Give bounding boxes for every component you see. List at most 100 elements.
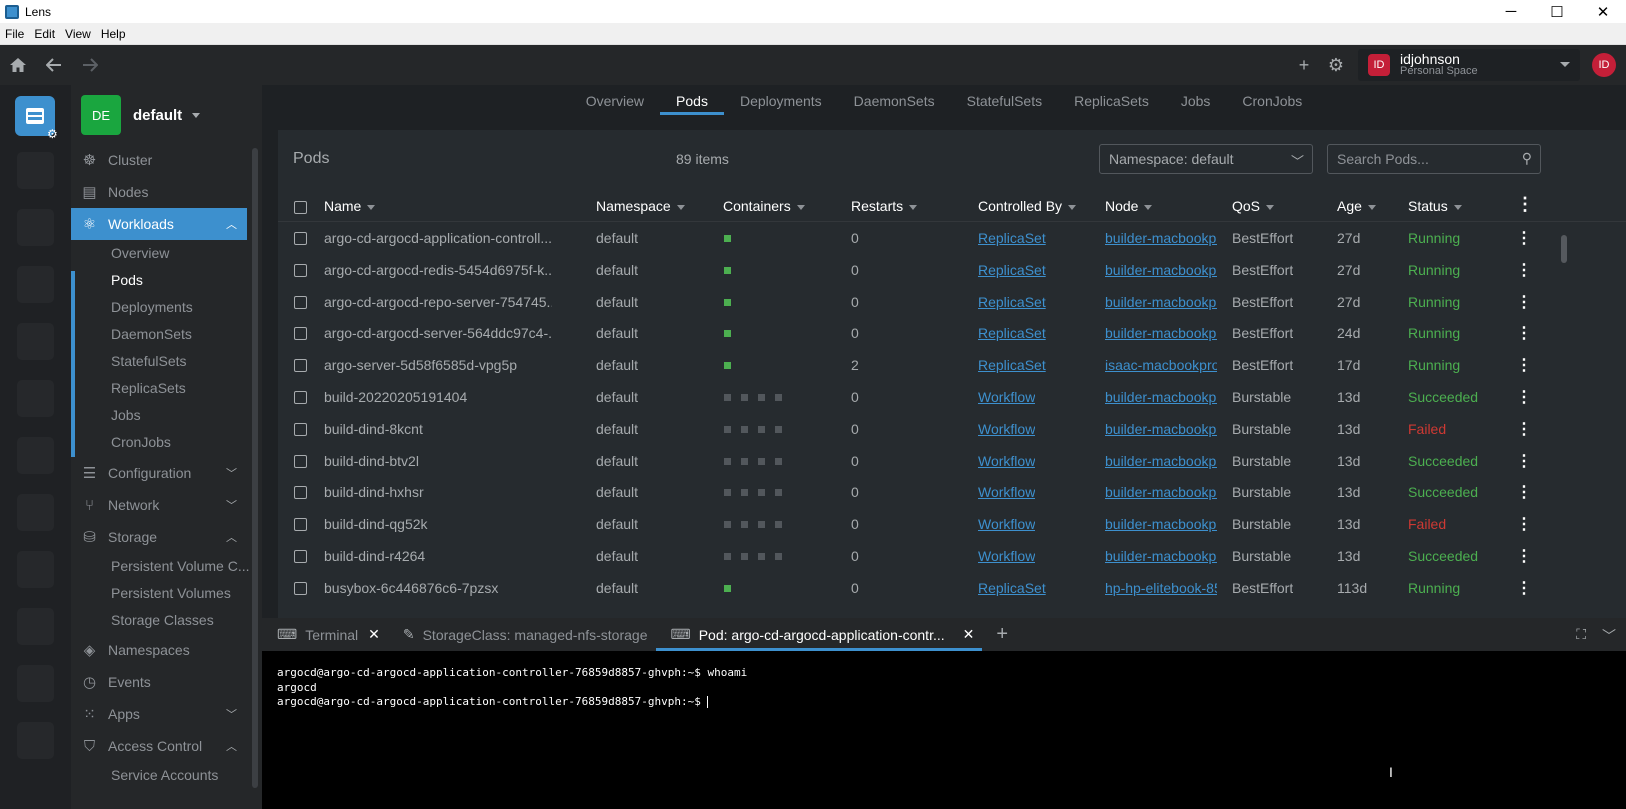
maximize-button[interactable]: ☐ <box>1534 0 1580 23</box>
node-link[interactable]: builder-macbookpr <box>1105 389 1217 405</box>
table-row[interactable]: argo-cd-argocd-repo-server-754745... defa… <box>278 287 1626 319</box>
terminal-output[interactable]: argocd@argo-cd-argocd-application-contro… <box>277 666 747 710</box>
row-checkbox[interactable] <box>294 359 307 373</box>
sidebar-sub-pvc[interactable]: Persistent Volume C... <box>111 558 250 574</box>
space-selector[interactable]: ID idjohnson Personal Space <box>1358 49 1580 81</box>
row-checkbox[interactable] <box>294 581 307 595</box>
row-menu-icon[interactable]: ⋮ <box>1516 228 1532 248</box>
hotbar-slot[interactable] <box>17 266 54 303</box>
sidebar-sub-daemonsets[interactable]: DaemonSets <box>111 326 192 342</box>
table-row[interactable]: argo-cd-argocd-server-564ddc97c4-... defa… <box>278 318 1626 350</box>
hotbar-slot[interactable] <box>17 380 54 417</box>
column-menu-icon[interactable]: ⋮ <box>1516 194 1534 215</box>
hotbar-slot[interactable] <box>17 551 54 588</box>
back-arrow-icon[interactable] <box>36 58 72 72</box>
new-tab-icon[interactable]: + <box>996 623 1008 646</box>
close-icon[interactable]: ✕ <box>368 626 380 643</box>
hotbar-slot[interactable] <box>17 722 54 759</box>
sidebar-sub-replicasets[interactable]: ReplicaSets <box>111 380 186 396</box>
node-link[interactable]: builder-macbookpr <box>1105 230 1217 246</box>
sidebar-sub-statefulsets[interactable]: StatefulSets <box>111 353 187 369</box>
tab-jobs[interactable]: Jobs <box>1165 85 1227 117</box>
namespace-select[interactable]: Namespace: default ﹀ <box>1099 144 1313 174</box>
node-link[interactable]: isaac-macbookpro <box>1105 357 1217 373</box>
fullscreen-icon[interactable]: ⛶ <box>1576 626 1586 646</box>
controlled-by-link[interactable]: ReplicaSet <box>978 325 1046 341</box>
sidebar-item-nodes[interactable]: ▤ Nodes <box>71 176 247 208</box>
row-menu-icon[interactable]: ⋮ <box>1516 355 1532 375</box>
col-node[interactable]: Node <box>1105 198 1153 214</box>
row-checkbox[interactable] <box>294 263 307 277</box>
table-row[interactable]: busybox-6c446876c6-7pzsx default 0 ReplicaS… <box>278 573 1626 605</box>
row-menu-icon[interactable]: ⋮ <box>1516 323 1532 343</box>
sidebar-sub-pods[interactable]: Pods <box>111 272 143 288</box>
col-restarts[interactable]: Restarts <box>851 198 918 214</box>
row-checkbox[interactable] <box>294 295 307 309</box>
table-row[interactable]: build-dind-hxhsr default 0 Workflow builder-… <box>278 477 1626 509</box>
sidebar-sub-cronjobs[interactable]: CronJobs <box>111 434 171 450</box>
row-menu-icon[interactable]: ⋮ <box>1516 292 1532 312</box>
minimize-button[interactable]: ─ <box>1488 0 1534 23</box>
cluster-settings-icon[interactable]: ⚙ <box>47 127 58 141</box>
col-containers[interactable]: Containers <box>723 198 805 214</box>
row-checkbox[interactable] <box>294 550 307 563</box>
hotbar-slot[interactable] <box>17 665 54 702</box>
row-checkbox[interactable] <box>294 518 307 532</box>
sidebar-sub-pv[interactable]: Persistent Volumes <box>111 585 231 601</box>
table-row[interactable]: argo-cd-argocd-redis-5454d6975f-k... defa… <box>278 255 1626 287</box>
user-avatar[interactable]: ID <box>1592 53 1616 77</box>
controlled-by-link[interactable]: Workflow <box>978 484 1035 500</box>
sidebar-item-events[interactable]: ◷ Events <box>71 666 247 698</box>
add-icon[interactable]: + <box>1288 55 1320 76</box>
tab-statefulsets[interactable]: StatefulSets <box>951 85 1059 117</box>
row-menu-icon[interactable]: ⋮ <box>1516 546 1532 566</box>
node-link[interactable]: builder-macbookpr <box>1105 548 1217 564</box>
row-checkbox[interactable] <box>294 327 307 341</box>
sidebar-sub-overview[interactable]: Overview <box>111 245 169 261</box>
controlled-by-link[interactable]: Workflow <box>978 548 1035 564</box>
col-name[interactable]: Name <box>324 198 376 214</box>
table-row[interactable]: argo-server-5d58f6585d-vpg5p default 2 Repl… <box>278 350 1626 382</box>
select-all-checkbox[interactable] <box>294 201 307 214</box>
node-link[interactable]: builder-macbookpr <box>1105 325 1217 341</box>
sidebar-item-apps[interactable]: ⁙ Apps ﹀ <box>71 698 247 730</box>
node-link[interactable]: builder-macbookpr <box>1105 421 1217 437</box>
controlled-by-link[interactable]: Workflow <box>978 453 1035 469</box>
col-namespace[interactable]: Namespace <box>596 198 685 214</box>
controlled-by-link[interactable]: Workflow <box>978 421 1035 437</box>
row-menu-icon[interactable]: ⋮ <box>1516 387 1532 407</box>
hotbar-slot[interactable] <box>17 152 54 189</box>
sidebar-item-access-control[interactable]: ⛉ Access Control ︿ <box>71 730 247 762</box>
row-menu-icon[interactable]: ⋮ <box>1516 514 1532 534</box>
close-button[interactable]: ✕ <box>1580 0 1626 23</box>
controlled-by-link[interactable]: ReplicaSet <box>978 230 1046 246</box>
table-row[interactable]: build-dind-btv2l default 0 Workflow builder-… <box>278 446 1626 478</box>
node-link[interactable]: builder-macbookpr <box>1105 453 1217 469</box>
table-row[interactable]: build-dind-r4264 default 0 Workflow builder-… <box>278 541 1626 573</box>
tab-daemonsets[interactable]: DaemonSets <box>838 85 951 117</box>
context-selector[interactable]: DE default <box>81 95 201 135</box>
sidebar-sub-storage-classes[interactable]: Storage Classes <box>111 612 214 628</box>
controlled-by-link[interactable]: Workflow <box>978 389 1035 405</box>
sidebar-sub-service-accounts[interactable]: Service Accounts <box>111 767 218 783</box>
table-row[interactable]: build-20220205191404 default 0 Workflow buil… <box>278 382 1626 414</box>
table-row[interactable]: argo-cd-argocd-application-controll... de… <box>278 223 1626 255</box>
sidebar-item-configuration[interactable]: ☰ Configuration ﹀ <box>71 457 247 489</box>
tab-overview[interactable]: Overview <box>570 85 660 117</box>
table-row[interactable]: build-dind-qg52k default 0 Workflow builder-… <box>278 509 1626 541</box>
dock-tab-terminal[interactable]: ⌨ Terminal ✕ <box>262 618 388 651</box>
sidebar-item-workloads[interactable]: ⚛ Workloads ︿ <box>71 208 247 240</box>
row-menu-icon[interactable]: ⋮ <box>1516 451 1532 471</box>
sidebar-item-network[interactable]: ⑂ Network ﹀ <box>71 489 247 521</box>
tab-cronjobs[interactable]: CronJobs <box>1226 85 1318 117</box>
row-menu-icon[interactable]: ⋮ <box>1516 482 1532 502</box>
controlled-by-link[interactable]: ReplicaSet <box>978 357 1046 373</box>
row-menu-icon[interactable]: ⋮ <box>1516 419 1532 439</box>
sidebar-item-storage[interactable]: ⛁ Storage ︿ <box>71 521 247 553</box>
hotbar-slot[interactable] <box>17 494 54 531</box>
row-menu-icon[interactable]: ⋮ <box>1516 578 1532 598</box>
node-link[interactable]: builder-macbookpr <box>1105 516 1217 532</box>
row-checkbox[interactable] <box>294 486 307 500</box>
controlled-by-link[interactable]: ReplicaSet <box>978 262 1046 278</box>
search-input[interactable]: Search Pods... ⚲ <box>1327 144 1541 174</box>
